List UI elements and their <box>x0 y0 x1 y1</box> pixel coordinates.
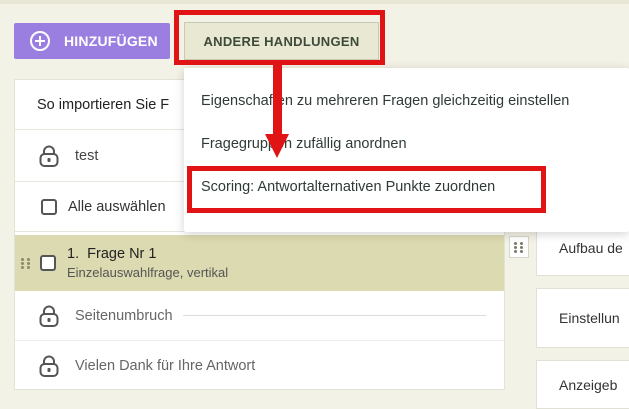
select-all-checkbox[interactable] <box>41 198 57 215</box>
side-card-display[interactable]: Anzeigeb <box>536 360 629 409</box>
panel-drag-handle-icon[interactable] <box>509 236 529 258</box>
lock-icon <box>37 144 61 168</box>
thanks-page-row[interactable]: Vielen Dank für Ihre Antwort <box>15 341 504 391</box>
locked-page-label: test <box>75 147 99 164</box>
menu-item-scoring[interactable]: Scoring: Antwortalternativen Punkte zuor… <box>201 179 495 195</box>
add-button-label: HINZUFÜGEN <box>64 33 158 49</box>
annotation-arrow-head <box>265 134 289 158</box>
question-title-line: 1. Frage Nr 1 <box>67 245 228 263</box>
select-all-label: Alle auswählen <box>68 198 166 215</box>
side-card-settings[interactable]: Einstellun <box>536 288 629 348</box>
annotation-arrow-shaft <box>273 64 282 136</box>
add-button[interactable]: HINZUFÜGEN <box>14 23 170 59</box>
question-title: Frage Nr 1 <box>87 245 157 262</box>
side-card-label: Anzeigeb <box>559 376 618 393</box>
side-card-label: Einstellun <box>559 310 620 326</box>
question-texts: 1. Frage Nr 1 Einzelauswahlfrage, vertik… <box>67 245 228 281</box>
question-row[interactable]: 1. Frage Nr 1 Einzelauswahlfrage, vertik… <box>15 235 504 291</box>
lock-icon <box>37 354 61 378</box>
other-actions-button[interactable]: ANDERE HANDLUNGEN <box>184 22 379 60</box>
menu-item-randomize-groups[interactable]: Fragegruppen zufällig anordnen <box>201 136 407 152</box>
top-border <box>0 0 629 4</box>
question-number: 1. <box>67 245 80 262</box>
side-card-label: Aufbau de <box>559 240 623 256</box>
menu-item-bulk-properties[interactable]: Eigenschaften zu mehreren Fragen gleichz… <box>201 93 569 109</box>
question-checkbox[interactable] <box>40 255 56 271</box>
page-break-label: Seitenumbruch <box>75 307 173 324</box>
question-type: Einzelauswahlfrage, vertikal <box>67 264 229 280</box>
import-hint-text: So importieren Sie F <box>37 96 170 113</box>
other-actions-label: ANDERE HANDLUNGEN <box>203 33 360 49</box>
plus-circle-icon <box>30 31 50 51</box>
other-actions-dropdown: Eigenschaften zu mehreren Fragen gleichz… <box>184 68 629 232</box>
drag-handle-icon[interactable] <box>21 256 31 270</box>
thanks-page-label: Vielen Dank für Ihre Antwort <box>75 358 256 374</box>
lock-icon <box>37 304 61 328</box>
page-break-row[interactable]: Seitenumbruch <box>15 291 504 341</box>
page-break-divider <box>182 315 486 316</box>
